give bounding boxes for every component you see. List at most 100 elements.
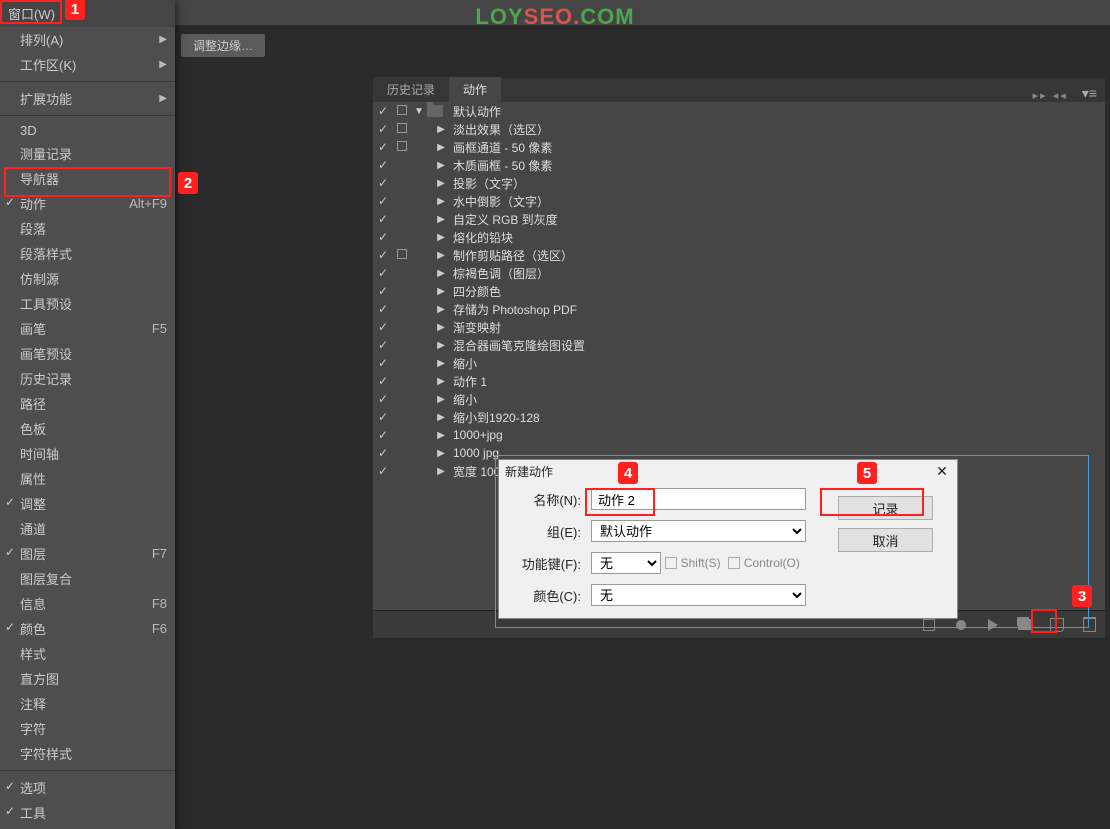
color-select[interactable]: ☒ 无 [591,584,806,606]
action-item[interactable]: ✓▶棕褐色调（图层） [373,264,1105,282]
function-key-select[interactable]: 无 [591,552,661,574]
menu-tools[interactable]: ✓工具 [0,800,175,825]
action-item[interactable]: ✓▶木质画框 - 50 像素 [373,156,1105,174]
disclosure-right-icon[interactable]: ▶ [433,304,449,315]
action-item[interactable]: ✓▶熔化的铅块 [373,228,1105,246]
menu-notes[interactable]: 注释 [0,691,175,716]
menu-options[interactable]: ✓选项 [0,775,175,800]
action-root-row[interactable]: ✓ ▼ 默认动作 [373,102,1105,120]
disclosure-down-icon[interactable]: ▼ [411,106,427,117]
disclosure-right-icon[interactable]: ▶ [433,142,449,153]
action-item[interactable]: ✓▶渐变映射 [373,318,1105,336]
menu-char-styles[interactable]: 字符样式 [0,741,175,766]
disclosure-right-icon[interactable]: ▶ [433,124,449,135]
menu-properties[interactable]: 属性 [0,466,175,491]
menu-divider [0,770,175,771]
disclosure-right-icon[interactable]: ▶ [433,358,449,369]
disclosure-right-icon[interactable]: ▶ [433,430,449,441]
label-color: 颜色(C): [511,586,591,605]
menu-3d[interactable]: 3D [0,120,175,141]
menu-character[interactable]: 字符 [0,716,175,741]
action-item[interactable]: ✓▶1000+jpg [373,426,1105,444]
menu-swatches[interactable]: 色板 [0,416,175,441]
menu-navigator[interactable]: 导航器 [0,166,175,191]
menu-layers[interactable]: ✓图层F7 [0,541,175,566]
cancel-button[interactable]: 取消 [838,528,933,552]
dialog-titlebar[interactable]: 新建动作 ✕ [499,460,957,482]
action-item[interactable]: ✓▶混合器画笔克隆绘图设置 [373,336,1105,354]
action-item[interactable]: ✓▶四分颜色 [373,282,1105,300]
disclosure-right-icon[interactable]: ▶ [433,376,449,387]
record-button[interactable]: 记录 [838,496,933,520]
panel-pager-icon[interactable]: ▸▸ ◂◂ [1027,89,1074,102]
disclosure-right-icon[interactable]: ▶ [433,250,449,261]
menu-color[interactable]: ✓颜色F6 [0,616,175,641]
disclosure-right-icon[interactable]: ▶ [433,232,449,243]
control-checkbox[interactable] [728,557,740,569]
modal-toggle-icon[interactable] [393,248,411,262]
disclosure-right-icon[interactable]: ▶ [433,340,449,351]
menu-paragraph[interactable]: 段落 [0,216,175,241]
panel-menu-icon[interactable]: ▾≡ [1074,85,1105,102]
menu-measure[interactable]: 测量记录 [0,141,175,166]
action-item[interactable]: ✓▶缩小 [373,390,1105,408]
disclosure-right-icon[interactable]: ▶ [433,412,449,423]
name-input[interactable] [591,488,806,510]
play-icon[interactable] [983,615,1003,635]
menu-brush-presets[interactable]: 画笔预设 [0,341,175,366]
tab-actions[interactable]: 动作 [449,77,501,102]
action-item[interactable]: ✓▶画框通道 - 50 像素 [373,138,1105,156]
disclosure-right-icon[interactable]: ▶ [433,160,449,171]
menu-actions[interactable]: ✓动作Alt+F9 [0,191,175,216]
menu-arrange[interactable]: 排列(A)▶ [0,27,175,52]
check-icon: ✓ [373,464,393,478]
modal-toggle-icon[interactable] [393,140,411,154]
disclosure-right-icon[interactable]: ▶ [433,466,449,477]
menu-styles[interactable]: 样式 [0,641,175,666]
shift-checkbox[interactable] [665,557,677,569]
action-item[interactable]: ✓▶水中倒影（文字） [373,192,1105,210]
disclosure-right-icon[interactable]: ▶ [433,322,449,333]
menu-layer-comps[interactable]: 图层复合 [0,566,175,591]
menu-clone-source[interactable]: 仿制源 [0,266,175,291]
menu-extensions[interactable]: 扩展功能▶ [0,86,175,111]
disclosure-right-icon[interactable]: ▶ [433,394,449,405]
disclosure-right-icon[interactable]: ▶ [433,178,449,189]
badge-4: 4 [618,462,638,484]
menu-para-styles[interactable]: 段落样式 [0,241,175,266]
disclosure-right-icon[interactable]: ▶ [433,196,449,207]
action-item[interactable]: ✓▶淡出效果（选区） [373,120,1105,138]
tab-history[interactable]: 历史记录 [373,77,449,102]
action-item[interactable]: ✓▶缩小 [373,354,1105,372]
modal-toggle-icon[interactable] [393,104,411,118]
modal-toggle-icon[interactable] [393,122,411,136]
new-folder-icon[interactable] [1015,615,1035,635]
new-action-icon[interactable] [1047,615,1067,635]
action-item[interactable]: ✓▶投影（文字） [373,174,1105,192]
trash-icon[interactable] [1079,615,1099,635]
menu-channels[interactable]: 通道 [0,516,175,541]
disclosure-right-icon[interactable]: ▶ [433,286,449,297]
menu-path[interactable]: 路径 [0,391,175,416]
window-menu-dropdown: 窗口(W) 排列(A)▶ 工作区(K)▶ 扩展功能▶ 3D 测量记录 导航器 ✓… [0,0,175,829]
action-item[interactable]: ✓▶存储为 Photoshop PDF [373,300,1105,318]
menu-workspace[interactable]: 工作区(K)▶ [0,52,175,77]
menu-info[interactable]: 信息F8 [0,591,175,616]
menu-title[interactable]: 窗口(W) [0,0,175,27]
disclosure-right-icon[interactable]: ▶ [433,448,449,459]
action-item[interactable]: ✓▶动作 1 [373,372,1105,390]
disclosure-right-icon[interactable]: ▶ [433,268,449,279]
menu-timeline[interactable]: 时间轴 [0,441,175,466]
adjust-edge-button[interactable]: 调整边缘… [180,33,266,58]
group-select[interactable]: 默认动作 [591,520,806,542]
menu-adjustments[interactable]: ✓调整 [0,491,175,516]
menu-brush[interactable]: 画笔F5 [0,316,175,341]
disclosure-right-icon[interactable]: ▶ [433,214,449,225]
action-item[interactable]: ✓▶缩小到1920-128 [373,408,1105,426]
menu-history[interactable]: 历史记录 [0,366,175,391]
action-item[interactable]: ✓▶制作剪贴路径（选区） [373,246,1105,264]
menu-tool-presets[interactable]: 工具预设 [0,291,175,316]
menu-histogram[interactable]: 直方图 [0,666,175,691]
close-icon[interactable]: ✕ [933,462,951,480]
action-item[interactable]: ✓▶自定义 RGB 到灰度 [373,210,1105,228]
